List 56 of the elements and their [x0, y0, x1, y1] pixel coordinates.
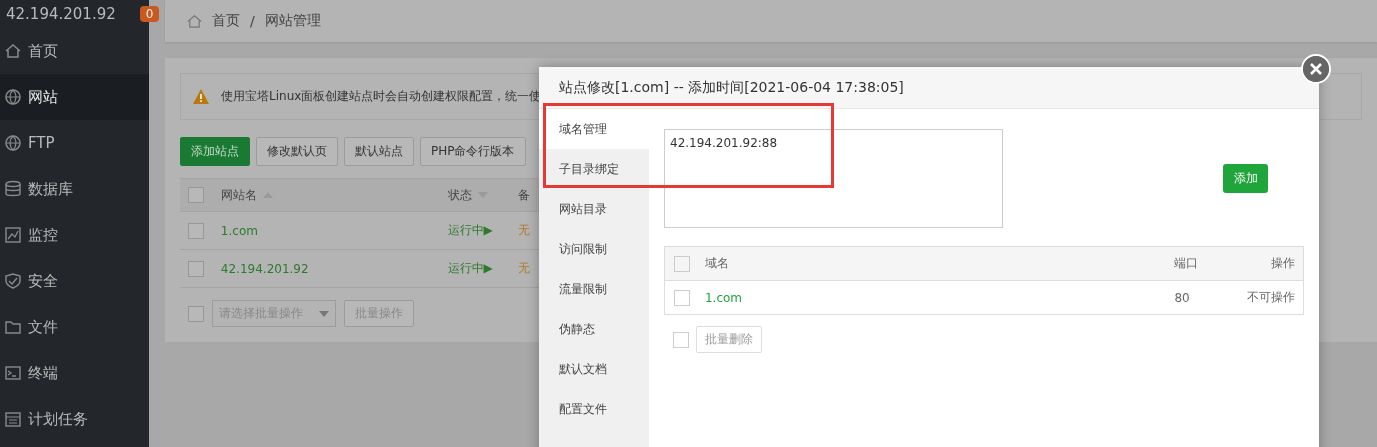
server-address: 42.194.201.92 — [6, 5, 116, 23]
close-icon[interactable] — [1301, 54, 1331, 84]
sidebar-item[interactable]: 文件 — [0, 304, 149, 350]
table-cell: 无 — [518, 223, 531, 237]
modal-menu-item[interactable]: 子目录绑定 — [539, 149, 649, 189]
database-icon — [4, 180, 22, 198]
home-icon — [4, 42, 22, 60]
shield-icon — [4, 272, 22, 290]
checkbox[interactable] — [188, 305, 204, 322]
add-site-button[interactable]: 添加站点 — [180, 137, 250, 166]
modal-menu-item[interactable]: 访问限制 — [539, 229, 649, 269]
folder-icon — [4, 318, 22, 336]
modal-menu-item[interactable]: 默认文档 — [539, 349, 649, 389]
column-header: 端口 — [1174, 256, 1199, 270]
sidebar-item[interactable]: 首页 — [0, 28, 149, 74]
sidebar-item[interactable]: 终端 — [0, 350, 149, 396]
notification-badge[interactable]: 0 — [139, 6, 160, 22]
globe-icon — [4, 88, 22, 106]
sidebar-item[interactable]: 计划任务 — [0, 396, 149, 442]
checkbox[interactable] — [674, 255, 690, 272]
modal-menu-item[interactable]: 流量限制 — [539, 269, 649, 309]
terminal-icon — [4, 364, 22, 382]
toolbar-button[interactable]: 修改默认页 — [256, 137, 338, 166]
column-header[interactable]: 网站名 — [220, 187, 257, 202]
toolbar-button[interactable]: 默认站点 — [344, 137, 414, 166]
modal-menu-item[interactable]: 配置文件 — [539, 389, 649, 429]
column-header[interactable]: 状态 — [447, 187, 472, 202]
column-header: 域名 — [705, 256, 729, 270]
breadcrumb-separator: / — [250, 13, 255, 29]
alert-text: 使用宝塔Linux面板创建站点时会自动创建权限配置，统一使 — [221, 88, 542, 105]
toolbar-button[interactable]: PHP命令行版本 — [420, 137, 526, 166]
modal-menu-item[interactable]: 伪静态 — [539, 309, 649, 349]
domain-input[interactable]: 42.194.201.92:88 — [664, 129, 1003, 228]
table-cell: 不可操作 — [1247, 290, 1295, 304]
warning-icon — [193, 89, 209, 104]
table-cell: 80 — [1174, 290, 1190, 305]
sidebar-item[interactable]: FTP — [0, 120, 149, 166]
column-header: 操作 — [1271, 256, 1295, 270]
checkbox[interactable] — [674, 289, 690, 306]
column-header[interactable]: 备 — [518, 187, 531, 202]
checkbox[interactable] — [188, 222, 204, 239]
breadcrumb-link[interactable]: 首页 — [212, 12, 240, 30]
checkbox[interactable] — [188, 187, 204, 203]
sidebar-item[interactable]: 数据库 — [0, 166, 149, 212]
sidebar-item[interactable]: 安全 — [0, 258, 149, 304]
sidebar-item[interactable]: 网站 — [0, 74, 149, 120]
modal-title: 站点修改[1.com] -- 添加时间[2021-06-04 17:38:05] — [559, 78, 904, 97]
modal-menu-item[interactable]: 网站目录 — [539, 189, 649, 229]
globe-icon — [4, 134, 22, 152]
chart-icon — [4, 226, 22, 244]
modal-menu-item[interactable]: 域名管理 — [539, 109, 649, 149]
checkbox[interactable] — [188, 260, 204, 277]
home-icon — [187, 13, 202, 29]
table-cell: 无 — [518, 261, 531, 275]
sidebar-item[interactable]: 监控 — [0, 212, 149, 258]
calendar-icon — [4, 410, 22, 428]
